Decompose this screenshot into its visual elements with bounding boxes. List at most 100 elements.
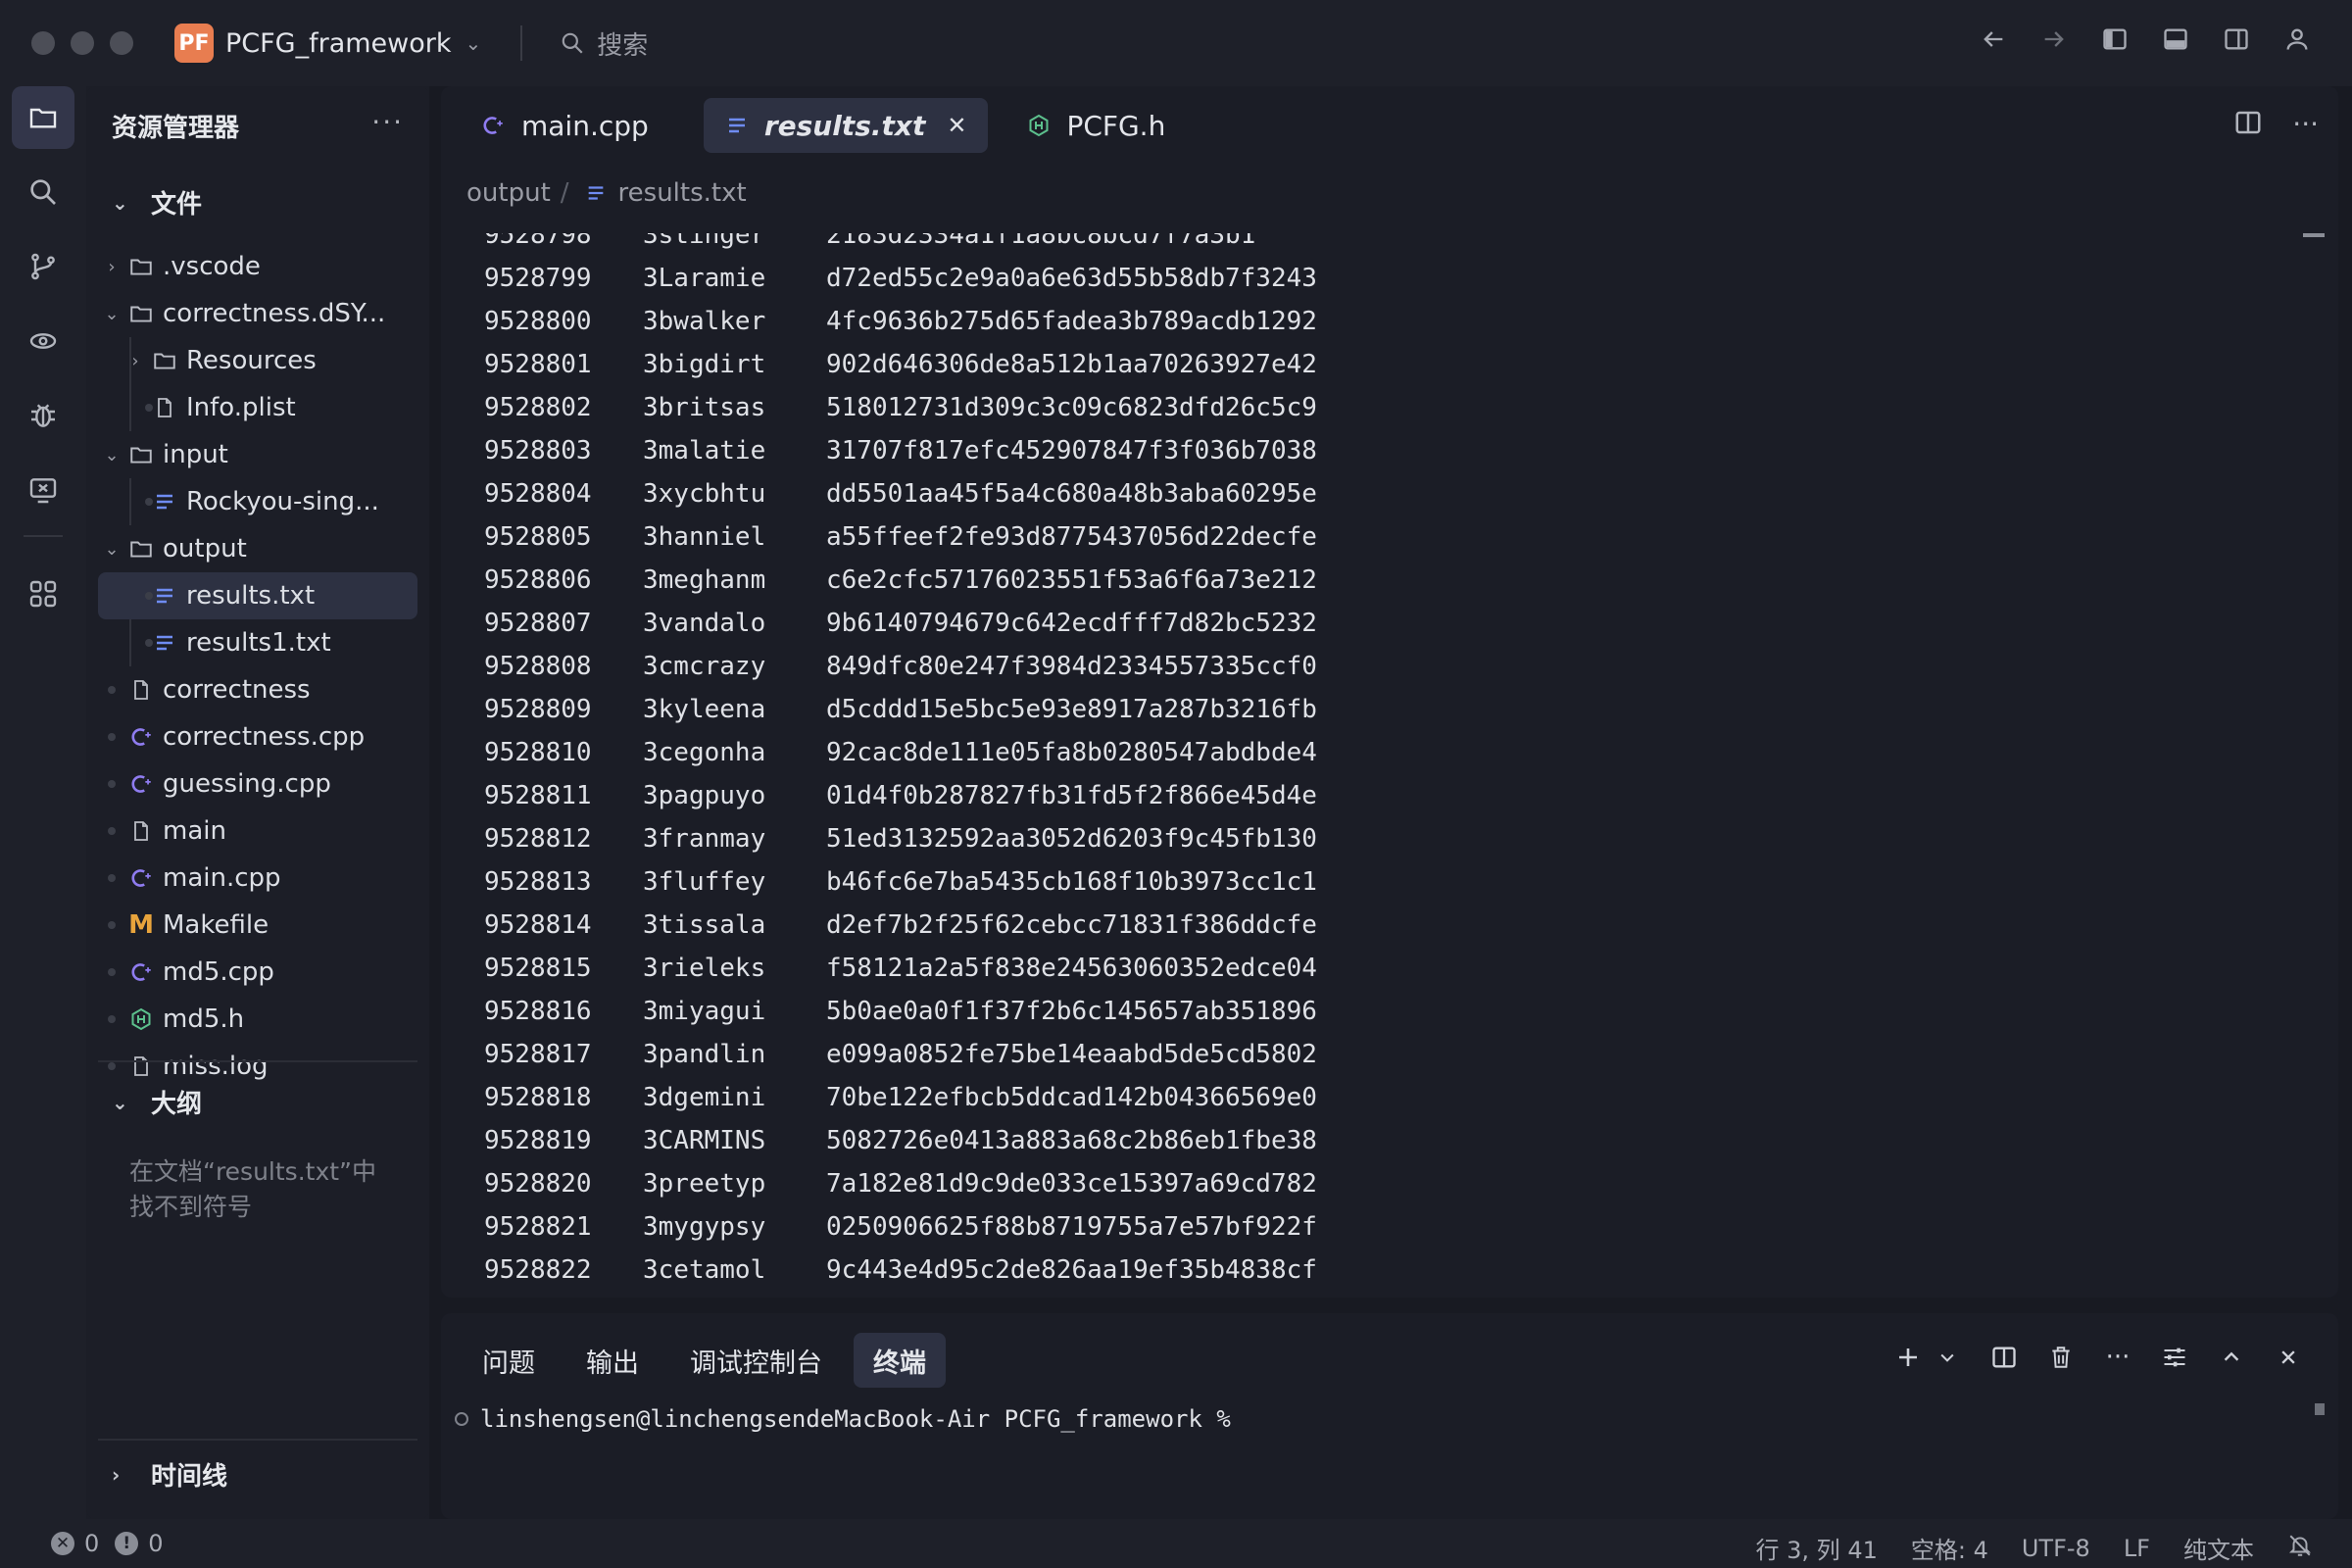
encoding[interactable]: UTF-8 [2022, 1535, 2090, 1562]
extensions-icon[interactable] [12, 563, 74, 625]
forward-arrow-icon[interactable] [2038, 24, 2070, 55]
tree-item-label: main [163, 816, 226, 846]
back-arrow-icon[interactable] [1978, 24, 2009, 55]
file-row[interactable]: miss.log [98, 1043, 417, 1090]
toggle-secondary-sidebar-icon[interactable] [2221, 24, 2252, 55]
folder-row[interactable]: › .vscode [98, 243, 417, 290]
file-row[interactable]: M Makefile [98, 902, 417, 949]
more-actions-icon[interactable]: ··· [2103, 1343, 2132, 1372]
line-ending[interactable]: LF [2124, 1535, 2150, 1562]
line-number: 9528817 [484, 1040, 592, 1069]
tree-item-label: output [163, 534, 247, 564]
line-number: 9528815 [484, 954, 592, 983]
file-row[interactable]: correctness [98, 666, 417, 713]
warning-icon: ! [115, 1532, 139, 1555]
toggle-panel-icon[interactable] [2160, 24, 2191, 55]
code-area[interactable]: 9528798 3stinger 2183d2334a1f1a8bc8bcd7f7a… [441, 233, 2303, 1298]
tab-pcfg-h[interactable]: PCFG.h [1005, 98, 1187, 153]
more-actions-icon[interactable]: ··· [371, 106, 404, 138]
split-editor-icon[interactable] [2233, 108, 2263, 144]
search-icon[interactable] [12, 161, 74, 223]
timeline-section-header[interactable]: › 时间线 [112, 1456, 227, 1493]
file-row[interactable]: main.cpp [98, 855, 417, 902]
guess-text: 3hanniel [643, 522, 766, 552]
folder-row[interactable]: ⌄ correctness.dSY... [98, 290, 417, 337]
folder-row[interactable]: › Resources [98, 337, 417, 384]
file-row[interactable]: Info.plist [98, 384, 417, 431]
tree-item-label: Rockyou-sing... [186, 487, 379, 516]
project-switcher[interactable]: PF PCFG_framework ⌄ [174, 24, 481, 63]
files-section-header[interactable]: ⌄ 文件 [112, 184, 202, 220]
breadcrumb-folder[interactable]: output [466, 178, 551, 208]
language-mode[interactable]: 纯文本 [2183, 1531, 2254, 1565]
indentation[interactable]: 空格: 4 [1911, 1531, 1988, 1565]
minimize-window-button[interactable] [71, 31, 94, 55]
account-icon[interactable] [2281, 24, 2313, 55]
line-number: 9528802 [484, 393, 592, 422]
explorer-icon[interactable] [12, 86, 74, 149]
terminal-settings-icon[interactable] [2160, 1343, 2189, 1372]
close-panel-icon[interactable] [2274, 1343, 2303, 1372]
terminal-line[interactable]: linshengsen@linchengsendeMacBook-Air PCF… [455, 1405, 1231, 1433]
tab-main-cpp[interactable]: main.cpp [459, 98, 670, 153]
maximize-panel-icon[interactable] [2217, 1343, 2246, 1372]
remote-desktop-icon[interactable] [12, 459, 74, 521]
activity-divider [24, 535, 63, 537]
hash-text: 902d646306de8a512b1aa70263927e42 [826, 350, 1317, 379]
tab-output[interactable]: 输出 [566, 1333, 659, 1388]
text-file-icon [151, 488, 178, 515]
file-row[interactable]: guessing.cpp [98, 760, 417, 808]
tab-terminal[interactable]: 终端 [854, 1333, 946, 1388]
new-terminal-icon[interactable] [1893, 1343, 1923, 1372]
source-control-icon[interactable] [12, 235, 74, 298]
breadcrumb-file[interactable]: results.txt [618, 178, 747, 208]
debug-icon[interactable] [12, 384, 74, 447]
file-row[interactable]: results.txt [98, 572, 417, 619]
line-number: 9528800 [484, 307, 592, 336]
tree-item-label: results1.txt [186, 628, 331, 658]
hash-text: 7a182e81d9c9de033ce15397a69cd782 [826, 1169, 1317, 1199]
chevron-down-icon[interactable] [1933, 1343, 1962, 1372]
file-row[interactable]: correctness.cpp [98, 713, 417, 760]
outline-section-header[interactable]: ⌄ 大纲 [112, 1084, 202, 1120]
file-row[interactable]: main [98, 808, 417, 855]
tab-results-txt[interactable]: results.txt ✕ [703, 98, 989, 153]
tab-problems[interactable]: 问题 [463, 1333, 555, 1388]
editor-more-icon[interactable]: ··· [2292, 108, 2319, 144]
notifications-muted-icon[interactable] [2287, 1533, 2313, 1564]
remote-explorer-icon[interactable] [12, 310, 74, 372]
split-terminal-icon[interactable] [1989, 1343, 2019, 1372]
hash-text: dd5501aa45f5a4c680a48b3aba60295e [826, 479, 1317, 509]
line-number: 9528813 [484, 867, 592, 897]
line-number: 9528821 [484, 1212, 592, 1242]
hash-text: d2ef7b2f25f62cebcc71831f386ddcfe [826, 910, 1317, 940]
hash-text: 0250906625f88b8719755a7e57bf922f [826, 1212, 1317, 1242]
close-tab-icon[interactable]: ✕ [947, 112, 966, 139]
file-row[interactable]: Rockyou-sing... [98, 478, 417, 525]
trash-icon[interactable] [2046, 1343, 2076, 1372]
toggle-sidebar-icon[interactable] [2099, 24, 2131, 55]
folder-row[interactable]: ⌄ input [98, 431, 417, 478]
terminal-scrollbar[interactable] [2315, 1403, 2325, 1415]
cpp-icon [127, 770, 155, 798]
guess-text: 3kyleena [643, 695, 766, 724]
line-number: 9528823 [484, 1292, 592, 1298]
search-box[interactable]: 搜索 [560, 25, 648, 62]
tree-item-label: correctness.dSY... [163, 299, 386, 328]
file-row[interactable]: md5.h [98, 996, 417, 1043]
tab-debug-console[interactable]: 调试控制台 [670, 1333, 842, 1388]
folder-row[interactable]: ⌄ output [98, 525, 417, 572]
file-status-dot [108, 1015, 116, 1023]
file-row[interactable]: md5.cpp [98, 949, 417, 996]
problems-status[interactable]: ✕ 0 ! 0 [51, 1530, 164, 1557]
maximize-window-button[interactable] [110, 31, 133, 55]
scrollbar-marker[interactable] [2303, 233, 2325, 237]
close-window-button[interactable] [31, 31, 55, 55]
cursor-position[interactable]: 行 3, 列 41 [1756, 1531, 1878, 1565]
folder-icon [127, 441, 155, 468]
file-row[interactable]: results1.txt [98, 619, 417, 666]
project-badge: PF [174, 24, 214, 63]
header-file-icon [1027, 114, 1051, 137]
line-number: 9528814 [484, 910, 592, 940]
title-bar: PF PCFG_framework ⌄ 搜索 [0, 0, 2352, 86]
